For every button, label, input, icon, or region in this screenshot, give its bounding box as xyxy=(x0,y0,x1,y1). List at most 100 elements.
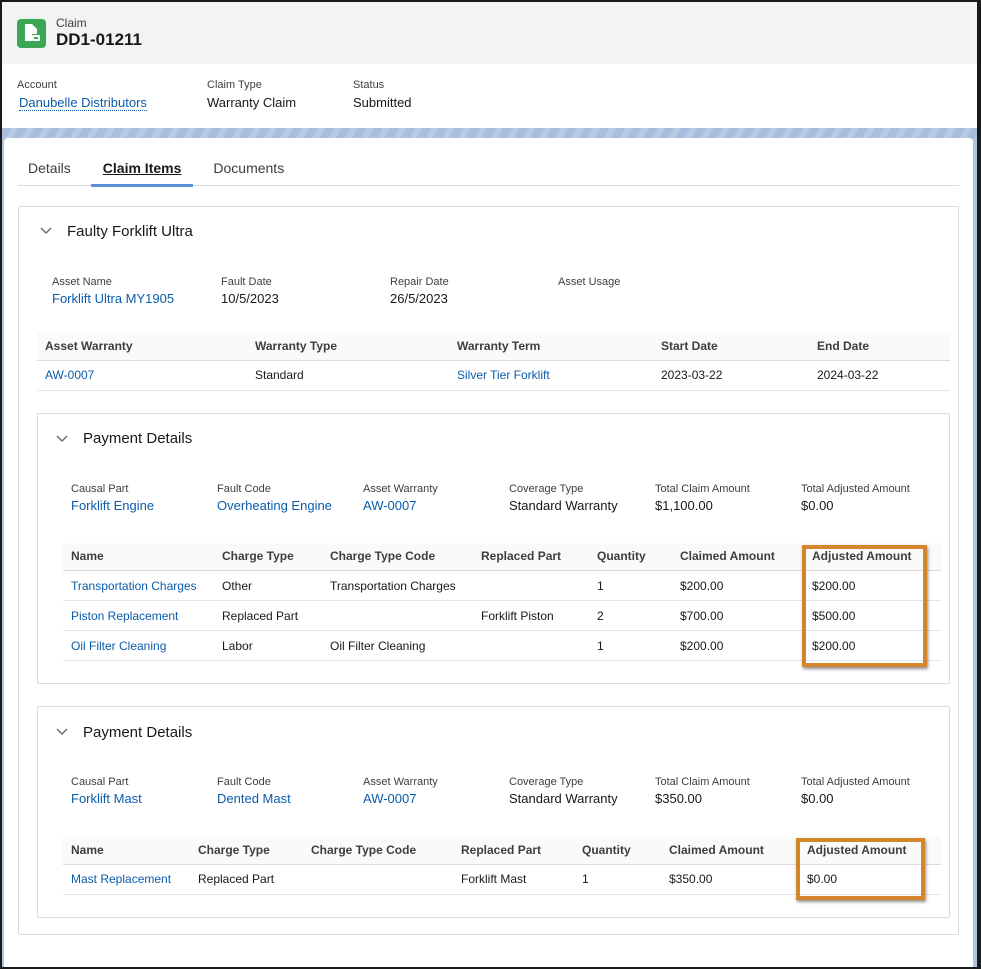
causal-part-link[interactable]: Forklift Mast xyxy=(71,790,217,808)
asset-usage-field: Asset Usage xyxy=(558,275,620,308)
asset-warranty-link[interactable]: AW-0007 xyxy=(363,790,509,808)
fault-code-field: Fault Code Dented Mast xyxy=(217,775,363,808)
table-cell: Oil Filter Cleaning xyxy=(322,630,473,661)
fault-date-field: Fault Date 10/5/2023 xyxy=(221,275,390,308)
payment-details-title: Payment Details xyxy=(83,430,193,447)
table-cell: 2023-03-22 xyxy=(653,360,809,391)
charge-name-link[interactable]: Oil Filter Cleaning xyxy=(63,630,214,661)
asset-warranty-link[interactable]: AW-0007 xyxy=(37,360,247,391)
table-row: Transportation Charges Other Transportat… xyxy=(63,570,941,601)
causal-part-link[interactable]: Forklift Engine xyxy=(71,497,217,515)
column-header: Warranty Term xyxy=(449,332,653,361)
column-header: Warranty Type xyxy=(247,332,449,361)
asset-name-field: Asset Name Forklift Ultra MY1905 xyxy=(52,275,221,308)
fault-code-link[interactable]: Overheating Engine xyxy=(217,497,363,515)
table-cell xyxy=(473,570,589,601)
charge-name-link[interactable]: Piston Replacement xyxy=(63,600,214,631)
main-content: Details Claim Items Documents Faulty For… xyxy=(4,138,973,967)
field-label: Fault Code xyxy=(217,482,271,495)
column-header: Claimed Amount xyxy=(672,542,804,571)
payment-details-header: Payment Details xyxy=(53,707,941,755)
table-cell: Forklift Piston xyxy=(473,600,589,631)
field-label: Status xyxy=(353,79,385,91)
column-header: Adjusted Amount xyxy=(799,836,941,865)
asset-name-link[interactable]: Forklift Ultra MY1905 xyxy=(52,290,221,308)
table-cell: 1 xyxy=(589,630,672,661)
field-label: Repair Date xyxy=(390,276,449,288)
column-header: Asset Warranty xyxy=(37,332,247,361)
table-cell: 1 xyxy=(574,864,661,895)
chevron-down-icon[interactable] xyxy=(37,222,55,240)
table-cell: 2024-03-22 xyxy=(809,360,950,391)
field-label: Coverage Type xyxy=(509,482,584,495)
field-value: $350.00 xyxy=(655,791,702,806)
payment-details-card: Payment Details Causal Part Forklift Eng… xyxy=(37,412,950,684)
field-label: Coverage Type xyxy=(509,776,584,788)
chevron-down-icon[interactable] xyxy=(53,723,71,741)
payment-details-card: Payment Details Causal Part Forklift Mas… xyxy=(37,706,950,918)
field-label: Total Adjusted Amount xyxy=(801,482,910,495)
field-label: Asset Warranty xyxy=(363,776,438,788)
column-header: Name xyxy=(63,542,214,571)
table-row: AW-0007 Standard Silver Tier Forklift 20… xyxy=(37,360,950,391)
highlights-panel: Account Danubelle Distributors Claim Typ… xyxy=(2,64,977,112)
field-label: Claim Type xyxy=(207,79,262,91)
warranty-term-link[interactable]: Silver Tier Forklift xyxy=(449,360,653,391)
table-cell: Transportation Charges xyxy=(322,570,473,601)
repair-date-field: Repair Date 26/5/2023 xyxy=(390,275,558,308)
field-label: Total Claim Amount xyxy=(655,482,750,495)
field-value: Standard Warranty xyxy=(509,791,618,806)
column-header: Charge Type xyxy=(190,836,303,865)
highlight-status: Status Submitted xyxy=(353,78,412,112)
adjusted-amount-cell: $200.00 xyxy=(804,570,941,601)
field-label: Fault Date xyxy=(221,276,272,288)
total-claim-amount-field: Total Claim Amount $350.00 xyxy=(655,775,801,808)
table-cell: Replaced Part xyxy=(214,600,322,631)
table-cell xyxy=(322,600,473,631)
table-cell: $200.00 xyxy=(672,630,804,661)
chevron-down-icon[interactable] xyxy=(53,430,71,448)
table-cell: $350.00 xyxy=(661,864,799,895)
table-row: Mast Replacement Replaced Part Forklift … xyxy=(63,864,941,895)
tab-claim-items[interactable]: Claim Items xyxy=(90,160,194,187)
table-cell: $700.00 xyxy=(672,600,804,631)
tab-details[interactable]: Details xyxy=(18,160,83,185)
warranty-table: Asset Warranty Warranty Type Warranty Te… xyxy=(37,332,950,391)
field-value: 10/5/2023 xyxy=(221,291,279,306)
charge-name-link[interactable]: Mast Replacement xyxy=(63,864,190,895)
fault-code-field: Fault Code Overheating Engine xyxy=(217,482,363,515)
column-header: Charge Type xyxy=(214,542,322,571)
tab-documents[interactable]: Documents xyxy=(201,160,296,185)
table-row: Piston Replacement Replaced Part Forklif… xyxy=(63,600,941,631)
header-decoration xyxy=(2,128,977,138)
field-value: 26/5/2023 xyxy=(390,291,448,306)
record-header: Claim DD1-01211 Account Danubelle Distri… xyxy=(2,2,977,128)
asset-warranty-field: Asset Warranty AW-0007 xyxy=(363,775,509,808)
record-title-bar: Claim DD1-01211 xyxy=(2,2,977,64)
payment-fields: Causal Part Forklift Engine Fault Code O… xyxy=(53,462,941,515)
adjusted-amount-cell: $200.00 xyxy=(804,630,941,661)
field-label: Causal Part xyxy=(71,776,129,788)
column-header: Claimed Amount xyxy=(661,836,799,865)
table-cell: Other xyxy=(214,570,322,601)
causal-part-field: Causal Part Forklift Mast xyxy=(71,775,217,808)
field-label: Total Claim Amount xyxy=(655,776,750,788)
table-cell: 1 xyxy=(589,570,672,601)
account-link[interactable]: Danubelle Distributors xyxy=(19,95,147,111)
payment-items-table: Name Charge Type Charge Type Code Replac… xyxy=(63,542,941,661)
asset-warranty-field: Asset Warranty AW-0007 xyxy=(363,482,509,515)
coverage-type-field: Coverage Type Standard Warranty xyxy=(509,482,655,515)
charge-name-link[interactable]: Transportation Charges xyxy=(63,570,214,601)
total-adjusted-amount-field: Total Adjusted Amount $0.00 xyxy=(801,482,910,515)
claim-item-header: Faulty Forklift Ultra xyxy=(37,207,950,253)
field-value: $0.00 xyxy=(801,497,834,513)
column-header: Adjusted Amount xyxy=(804,542,941,571)
payment-details-header: Payment Details xyxy=(53,414,941,462)
table-cell: 2 xyxy=(589,600,672,631)
highlight-account: Account Danubelle Distributors xyxy=(17,78,207,112)
fault-code-link[interactable]: Dented Mast xyxy=(217,790,363,808)
column-header: Replaced Part xyxy=(473,542,589,571)
column-header: Quantity xyxy=(574,836,661,865)
asset-warranty-link[interactable]: AW-0007 xyxy=(363,497,509,515)
claim-item-card: Faulty Forklift Ultra Asset Name Forklif… xyxy=(18,206,959,935)
